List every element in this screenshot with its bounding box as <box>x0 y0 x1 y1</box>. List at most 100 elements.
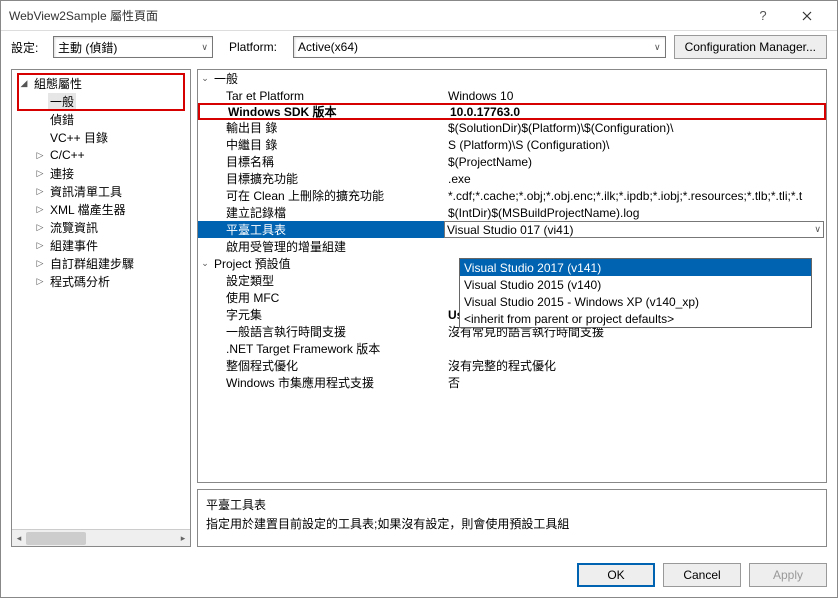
chevron-down-icon: ∨ <box>814 224 821 235</box>
tree-label: 程式碼分析 <box>48 273 112 290</box>
property-row[interactable]: 輸出目 錄$(SolutionDir)$(Platform)\$(Configu… <box>198 119 826 136</box>
property-value: .exe <box>444 172 826 186</box>
expand-icon: ▷ <box>34 204 46 215</box>
tree-label: 流覽資訊 <box>48 219 100 236</box>
dropdown-option[interactable]: Visual Studio 2015 (v140) <box>460 276 811 293</box>
tree-item[interactable]: ▷程式碼分析 <box>12 272 190 290</box>
property-row[interactable]: Windows SDK 版本10.0.17763.0 <box>198 103 826 120</box>
property-grid: ⌄一般Tar et PlatformWindows 10Windows SDK … <box>197 69 827 483</box>
property-row[interactable]: 整個程式優化沒有完整的程式優化 <box>198 357 826 374</box>
help-button[interactable]: ? <box>741 1 785 31</box>
apply-button[interactable]: Apply <box>749 563 827 587</box>
tree-item[interactable]: ▷C/C++ <box>12 146 190 164</box>
property-key: 字元集 <box>212 306 444 323</box>
ok-button[interactable]: OK <box>577 563 655 587</box>
scroll-thumb[interactable] <box>26 532 86 545</box>
tree-item[interactable]: ▷流覽資訊 <box>12 218 190 236</box>
dropdown-option[interactable]: Visual Studio 2017 (v141) <box>460 259 811 276</box>
dropdown-option[interactable]: Visual Studio 2015 - Windows XP (v140_xp… <box>460 293 811 310</box>
tree-label: XML 檔產生器 <box>48 201 128 218</box>
grid-section-header[interactable]: ⌄一般 <box>198 70 826 87</box>
property-row[interactable]: Tar et PlatformWindows 10 <box>198 87 826 104</box>
description-box: 平臺工具表 指定用於建置目前設定的工具表;如果沒有設定，則會使用預設工具組 <box>197 489 827 547</box>
title-bar: WebView2Sample 屬性頁面 ? <box>1 1 837 31</box>
close-button[interactable] <box>785 1 829 31</box>
property-key: 目標擴充功能 <box>212 170 444 187</box>
description-title: 平臺工具表 <box>206 496 818 513</box>
value-text: Visual Studio 017 (vi41) <box>447 223 574 237</box>
property-key: 中繼目 錄 <box>212 136 444 153</box>
scroll-left-icon[interactable]: ◂ <box>12 530 26 547</box>
tree-label: 連接 <box>48 165 76 182</box>
property-row[interactable]: .NET Target Framework 版本 <box>198 340 826 357</box>
property-key: 目標名稱 <box>212 153 444 170</box>
tree-item[interactable]: ◢組態屬性 <box>12 74 190 92</box>
property-key: 一般語言執行時間支援 <box>212 323 444 340</box>
property-key: 建立記錄檔 <box>212 204 444 221</box>
setting-value: 主動 (偵錯) <box>58 39 117 56</box>
property-panel: ⌄一般Tar et PlatformWindows 10Windows SDK … <box>197 69 827 547</box>
property-value: $(IntDir)$(MSBuildProjectName).log <box>444 206 826 220</box>
property-key: 平臺工具表 <box>212 221 444 238</box>
cancel-button[interactable]: Cancel <box>663 563 741 587</box>
tree-label: C/C++ <box>48 148 87 162</box>
chevron-down-icon: ∨ <box>201 42 208 53</box>
tree-item[interactable]: ▷資訊清單工具 <box>12 182 190 200</box>
collapse-icon: ⌄ <box>198 258 212 269</box>
property-value: $(SolutionDir)$(Platform)\$(Configuratio… <box>444 121 826 135</box>
section-label: 一般 <box>212 70 456 87</box>
dropdown-option[interactable]: <inherit from parent or project defaults… <box>460 310 811 327</box>
tree-item[interactable]: ▷組建事件 <box>12 236 190 254</box>
expand-icon: ▷ <box>34 150 46 161</box>
dialog-footer: OK Cancel Apply <box>1 553 837 597</box>
tree-label: 偵錯 <box>48 111 76 128</box>
platform-combo[interactable]: Active(x64) ∨ <box>293 36 666 58</box>
property-key: 整個程式優化 <box>212 357 444 374</box>
expand-icon: ▷ <box>34 276 46 287</box>
tree-label: 組態屬性 <box>32 75 84 92</box>
main-panel: ◢組態屬性一般偵錯VC++ 目錄▷C/C++▷連接▷資訊清單工具▷XML 檔產生… <box>1 63 837 553</box>
tree-item[interactable]: 一般 <box>12 92 190 110</box>
property-row[interactable]: Windows 市集應用程式支援否 <box>198 374 826 391</box>
property-key: 啟用受管理的增量組建 <box>212 238 444 255</box>
tree-item[interactable]: ▷XML 檔產生器 <box>12 200 190 218</box>
tree-item[interactable]: ▷連接 <box>12 164 190 182</box>
property-key: Tar et Platform <box>212 89 444 103</box>
config-manager-button[interactable]: Configuration Manager... <box>674 35 827 59</box>
close-icon <box>802 11 812 21</box>
property-value: *.cdf;*.cache;*.obj;*.obj.enc;*.ilk;*.ip… <box>444 189 826 203</box>
window-title: WebView2Sample 屬性頁面 <box>9 7 741 24</box>
property-value: $(ProjectName) <box>444 155 826 169</box>
property-row[interactable]: 啟用受管理的增量組建 <box>198 238 826 255</box>
expand-icon: ▷ <box>34 222 46 233</box>
tree-label: VC++ 目錄 <box>48 129 110 146</box>
property-key: 設定類型 <box>212 272 444 289</box>
property-row[interactable]: 中繼目 錄S (Platform)\S (Configuration)\ <box>198 136 826 153</box>
chevron-down-icon: ∨ <box>654 42 661 53</box>
value-combo[interactable]: Visual Studio 017 (vi41) ∨ <box>444 221 824 238</box>
property-row[interactable]: 建立記錄檔$(IntDir)$(MSBuildProjectName).log <box>198 204 826 221</box>
tree-horizontal-scrollbar[interactable]: ◂ ▸ <box>12 529 190 546</box>
config-toolbar: 設定: 主動 (偵錯) ∨ Platform: Active(x64) ∨ Co… <box>1 31 837 63</box>
collapse-icon: ⌄ <box>198 73 212 84</box>
property-row[interactable]: 目標擴充功能.exe <box>198 170 826 187</box>
expand-icon: ▷ <box>34 240 46 251</box>
property-key: Windows SDK 版本 <box>214 103 446 120</box>
property-key: 可在 Clean 上刪除的擴充功能 <box>212 187 444 204</box>
property-value: Windows 10 <box>444 89 826 103</box>
tree-item[interactable]: VC++ 目錄 <box>12 128 190 146</box>
tree-item[interactable]: 偵錯 <box>12 110 190 128</box>
toolset-dropdown[interactable]: Visual Studio 2017 (v141)Visual Studio 2… <box>459 258 812 328</box>
property-row[interactable]: 可在 Clean 上刪除的擴充功能*.cdf;*.cache;*.obj;*.o… <box>198 187 826 204</box>
setting-combo[interactable]: 主動 (偵錯) ∨ <box>53 36 213 58</box>
expand-icon: ▷ <box>34 258 46 269</box>
property-row[interactable]: 目標名稱$(ProjectName) <box>198 153 826 170</box>
platform-label: Platform: <box>229 40 285 54</box>
scroll-right-icon[interactable]: ▸ <box>176 530 190 547</box>
section-label: Project 預設值 <box>212 255 456 272</box>
tree-item[interactable]: ▷自訂群組建步驟 <box>12 254 190 272</box>
tree-label: 組建事件 <box>48 237 100 254</box>
description-text: 指定用於建置目前設定的工具表;如果沒有設定，則會使用預設工具組 <box>206 515 818 532</box>
property-row[interactable]: 平臺工具表Visual Studio 017 (vi41) ∨ <box>198 221 824 238</box>
tree-label: 一般 <box>48 93 76 110</box>
